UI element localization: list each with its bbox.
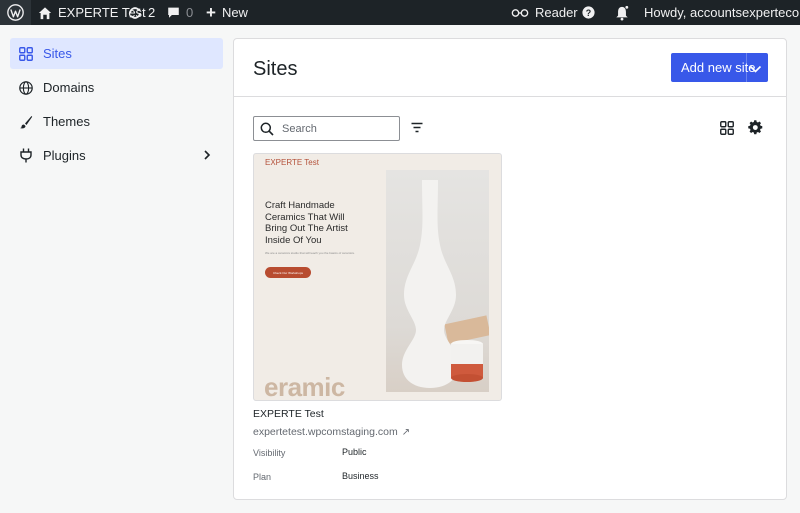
wordpress-logo-button[interactable] <box>0 0 31 25</box>
search-box[interactable] <box>253 116 400 141</box>
adminbar-account[interactable]: Howdy, accountsexpertecom <box>644 0 800 25</box>
preview-brand: EXPERTE Test <box>265 158 319 167</box>
site-url: expertetest.wpcomstaging.com <box>253 426 398 438</box>
page-title: Sites <box>253 58 298 80</box>
bell-icon <box>616 4 629 21</box>
gear-icon[interactable] <box>748 120 763 140</box>
adminbar-reader[interactable]: Reader <box>511 0 578 25</box>
sidebar-item-domains[interactable]: Domains <box>10 72 223 103</box>
wordpress-logo-icon <box>7 4 24 21</box>
notifications-button[interactable] <box>615 0 629 25</box>
plan-label: Plan <box>253 472 272 482</box>
adminbar-updates[interactable]: 2 <box>128 0 155 25</box>
plug-icon <box>16 146 36 166</box>
reader-glasses-icon <box>511 8 529 17</box>
plus-icon: + <box>206 3 216 22</box>
admin-bar: EXPERTE Test 2 0 + New Reader ? Howdy, a… <box>0 0 800 25</box>
button-divider <box>746 53 747 82</box>
brush-icon <box>16 112 36 132</box>
site-card[interactable]: EXPERTE Test Craft Handmade Ceramics Tha… <box>253 153 502 401</box>
search-icon <box>260 122 274 136</box>
header-divider <box>234 96 786 97</box>
preview-large-text: eramic <box>264 372 345 400</box>
svg-text:?: ? <box>586 8 591 18</box>
sidebar-item-themes[interactable]: Themes <box>10 106 223 137</box>
howdy-label: Howdy, accountsexpertecom <box>644 5 800 20</box>
add-new-site-button[interactable]: Add new site <box>671 53 768 82</box>
sidebar-item-sites[interactable]: Sites <box>10 38 223 69</box>
sites-grid-icon <box>16 44 36 64</box>
grid-view-icon[interactable] <box>720 121 734 140</box>
sidebar-item-label: Themes <box>43 114 90 129</box>
globe-icon <box>16 78 36 98</box>
search-input[interactable] <box>282 122 392 135</box>
plan-value: Business <box>342 471 379 481</box>
sidebar: Sites Domains Themes Plugins <box>0 25 230 513</box>
chevron-right-icon <box>203 148 211 163</box>
adminbar-new[interactable]: + New <box>206 0 248 25</box>
preview-vase-photo <box>386 170 491 392</box>
add-new-site-label: Add new site <box>681 60 756 75</box>
sidebar-item-label: Domains <box>43 80 95 95</box>
home-icon <box>38 6 52 19</box>
site-preview-thumbnail[interactable]: EXPERTE Test Craft Handmade Ceramics Tha… <box>254 154 501 400</box>
visibility-value: Public <box>342 447 367 457</box>
preview-cta-button: Check Our Workshops <box>265 267 311 278</box>
chevron-down-icon[interactable] <box>749 62 762 77</box>
external-link-icon: ↗ <box>401 426 411 438</box>
site-url-link[interactable]: expertetest.wpcomstaging.com ↗ <box>253 426 410 438</box>
filter-icon[interactable] <box>411 120 423 138</box>
preview-subtext: We are a ceramics studio that will teach… <box>265 251 355 255</box>
comments-count: 0 <box>186 5 194 20</box>
help-button[interactable]: ? <box>582 0 595 25</box>
visibility-label: Visibility <box>253 448 286 458</box>
sidebar-item-plugins[interactable]: Plugins <box>10 140 223 171</box>
sidebar-item-label: Sites <box>43 46 72 61</box>
help-icon: ? <box>582 6 595 19</box>
preview-headline: Craft Handmade Ceramics That Will Bring … <box>265 200 348 246</box>
reader-label: Reader <box>535 5 578 20</box>
new-label: New <box>221 5 248 20</box>
sidebar-item-label: Plugins <box>43 148 86 163</box>
adminbar-comments[interactable]: 0 <box>167 0 193 25</box>
updates-count: 2 <box>148 5 156 20</box>
updates-icon <box>129 6 141 19</box>
comment-icon <box>168 7 179 18</box>
sites-panel: Sites Add new site Search EXPERTE Test C… <box>233 38 787 500</box>
site-name[interactable]: EXPERTE Test <box>253 408 324 420</box>
